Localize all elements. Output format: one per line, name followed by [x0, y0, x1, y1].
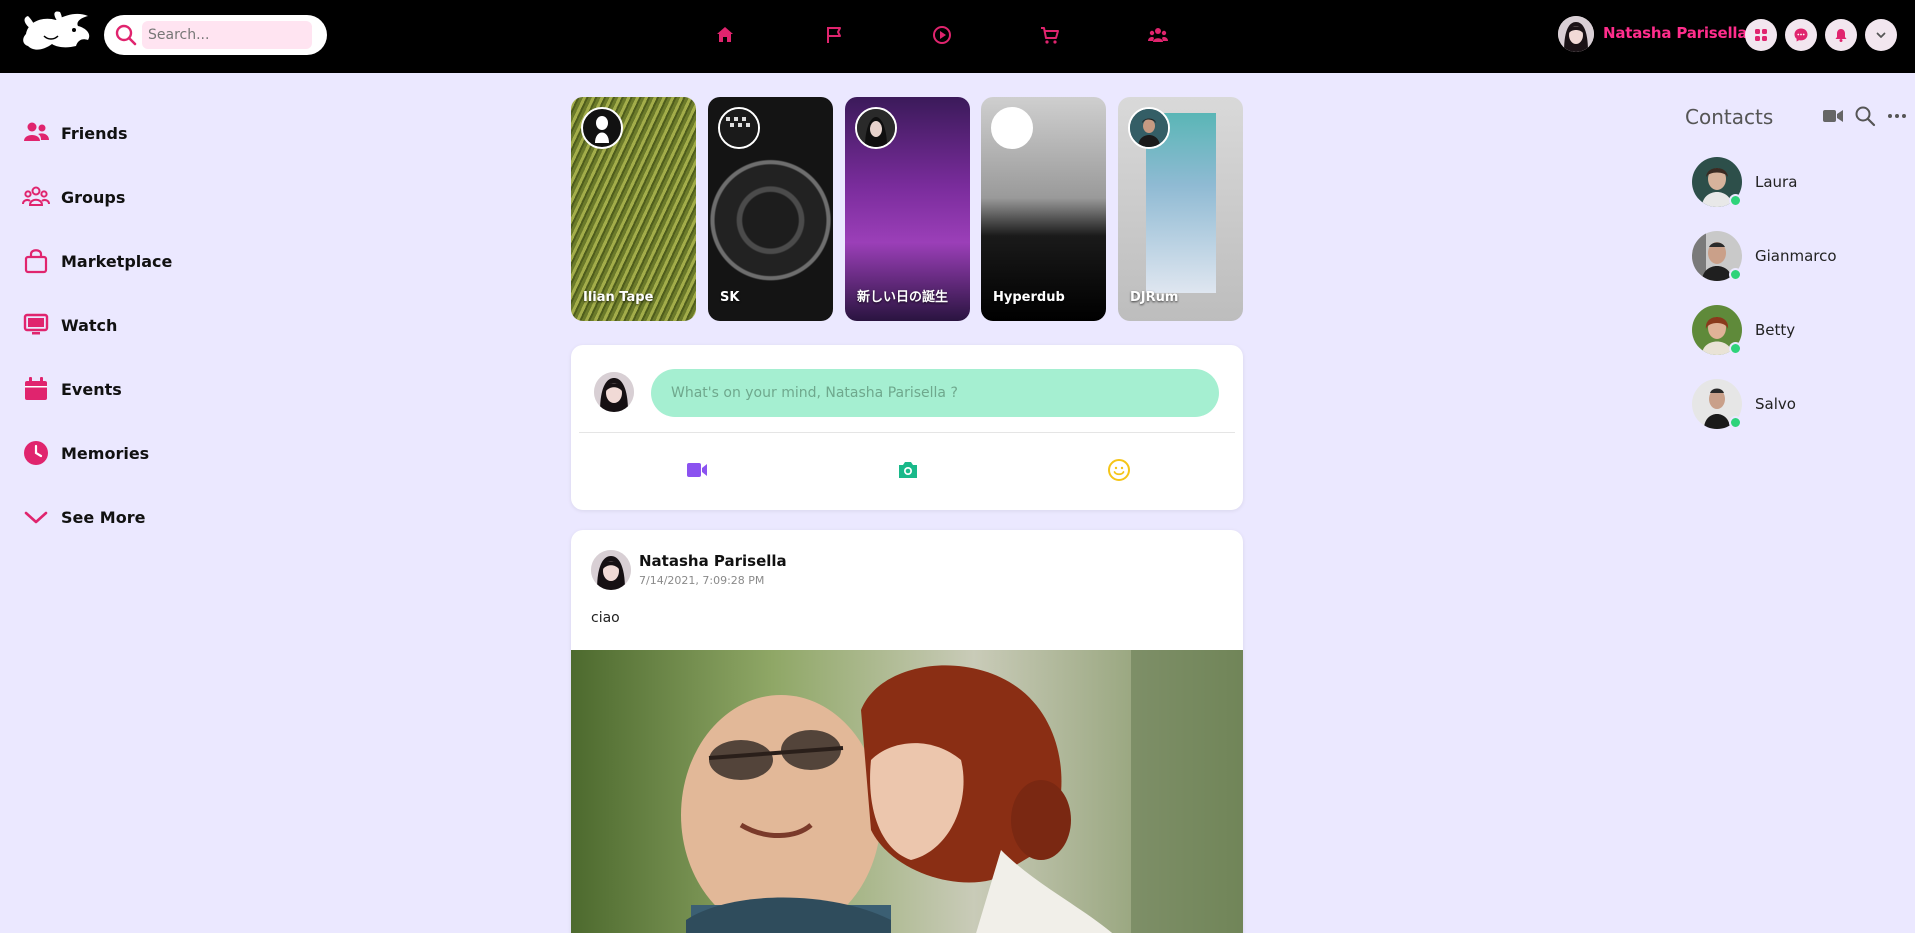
people-icon[interactable]	[1145, 22, 1171, 48]
friends-icon	[20, 117, 52, 149]
contact-item[interactable]: Laura	[1692, 157, 1892, 209]
clock-icon	[20, 437, 52, 469]
post-timestamp: 7/14/2021, 7:09:28 PM	[639, 574, 765, 587]
sidebar-item-marketplace[interactable]: Marketplace	[20, 243, 280, 279]
sidebar-item-label: Groups	[61, 187, 126, 207]
search-box[interactable]	[104, 15, 327, 55]
avatar	[991, 107, 1033, 149]
search-icon	[114, 23, 138, 47]
flying-pig-logo[interactable]	[18, 8, 96, 56]
sidebar-item-label: Events	[61, 379, 122, 399]
camera-icon[interactable]	[893, 455, 923, 485]
sidebar-item-label: Watch	[61, 315, 118, 335]
play-icon[interactable]	[929, 22, 955, 48]
user-name[interactable]: Natasha Parisella	[1603, 24, 1747, 42]
sidebar-item-events[interactable]: Events	[20, 371, 280, 407]
contact-item[interactable]: Salvo	[1692, 379, 1892, 431]
sidebar-item-groups[interactable]: Groups	[20, 179, 280, 215]
contact-name: Gianmarco	[1755, 247, 1837, 265]
sidebar-item-watch[interactable]: Watch	[20, 307, 280, 343]
online-indicator	[1729, 268, 1742, 281]
sidebar-item-friends[interactable]: Friends	[20, 115, 280, 151]
sidebar-item-see-more[interactable]: See More	[20, 499, 280, 535]
contact-name: Betty	[1755, 321, 1796, 339]
search-input[interactable]	[142, 21, 312, 49]
messenger-icon[interactable]	[1785, 19, 1817, 51]
story-card[interactable]: 新しい日の誕生	[845, 97, 970, 321]
avatar[interactable]	[591, 550, 631, 590]
search-icon[interactable]	[1853, 104, 1877, 128]
contact-item[interactable]: Gianmarco	[1692, 231, 1892, 283]
bell-icon[interactable]	[1825, 19, 1857, 51]
story-card[interactable]: Hyperdub	[981, 97, 1106, 321]
post-text: ciao	[591, 610, 620, 626]
calendar-icon	[20, 373, 52, 405]
home-icon[interactable]	[712, 22, 738, 48]
cart-icon[interactable]	[1037, 22, 1063, 48]
flag-icon[interactable]	[821, 22, 847, 48]
sidebar-item-label: Friends	[61, 123, 128, 143]
story-name: DJRum	[1130, 290, 1179, 305]
contact-item[interactable]: Betty	[1692, 305, 1892, 357]
avatar	[718, 107, 760, 149]
chevron-down-icon	[20, 501, 52, 533]
grid-icon[interactable]	[1745, 19, 1777, 51]
sidebar-item-label: Marketplace	[61, 251, 173, 271]
video-icon[interactable]	[1821, 104, 1845, 128]
top-bar: Natasha Parisella	[0, 0, 1915, 73]
avatar	[581, 107, 623, 149]
smile-icon[interactable]	[1104, 455, 1134, 485]
contacts-title: Contacts	[1685, 105, 1774, 129]
bag-icon	[20, 245, 52, 277]
story-card[interactable]: Ilian Tape	[571, 97, 696, 321]
sidebar-item-label: See More	[61, 507, 146, 527]
story-name: SK	[720, 290, 740, 305]
sidebar-item-label: Memories	[61, 443, 150, 463]
online-indicator	[1729, 342, 1742, 355]
avatar	[594, 372, 634, 412]
story-name: Hyperdub	[993, 290, 1065, 305]
video-icon[interactable]	[682, 455, 712, 485]
online-indicator	[1729, 416, 1742, 429]
monitor-icon	[20, 309, 52, 341]
groups-icon	[20, 181, 52, 213]
avatar[interactable]	[1558, 16, 1594, 52]
contact-name: Laura	[1755, 173, 1798, 191]
online-indicator	[1729, 194, 1742, 207]
post-card: Natasha Parisella 7/14/2021, 7:09:28 PM …	[571, 530, 1243, 933]
contact-name: Salvo	[1755, 395, 1796, 413]
chevron-down-icon[interactable]	[1865, 19, 1897, 51]
sidebar-item-memories[interactable]: Memories	[20, 435, 280, 471]
post-composer	[571, 345, 1243, 510]
story-card[interactable]: DJRum	[1118, 97, 1243, 321]
post-author[interactable]: Natasha Parisella	[639, 552, 787, 570]
avatar	[855, 107, 897, 149]
story-card[interactable]: SK	[708, 97, 833, 321]
story-name: 新しい日の誕生	[857, 290, 949, 305]
post-photo[interactable]	[571, 650, 1243, 933]
story-name: Ilian Tape	[583, 290, 654, 305]
status-input[interactable]	[651, 369, 1219, 417]
more-icon[interactable]	[1885, 104, 1909, 128]
avatar	[1128, 107, 1170, 149]
divider	[579, 432, 1235, 433]
